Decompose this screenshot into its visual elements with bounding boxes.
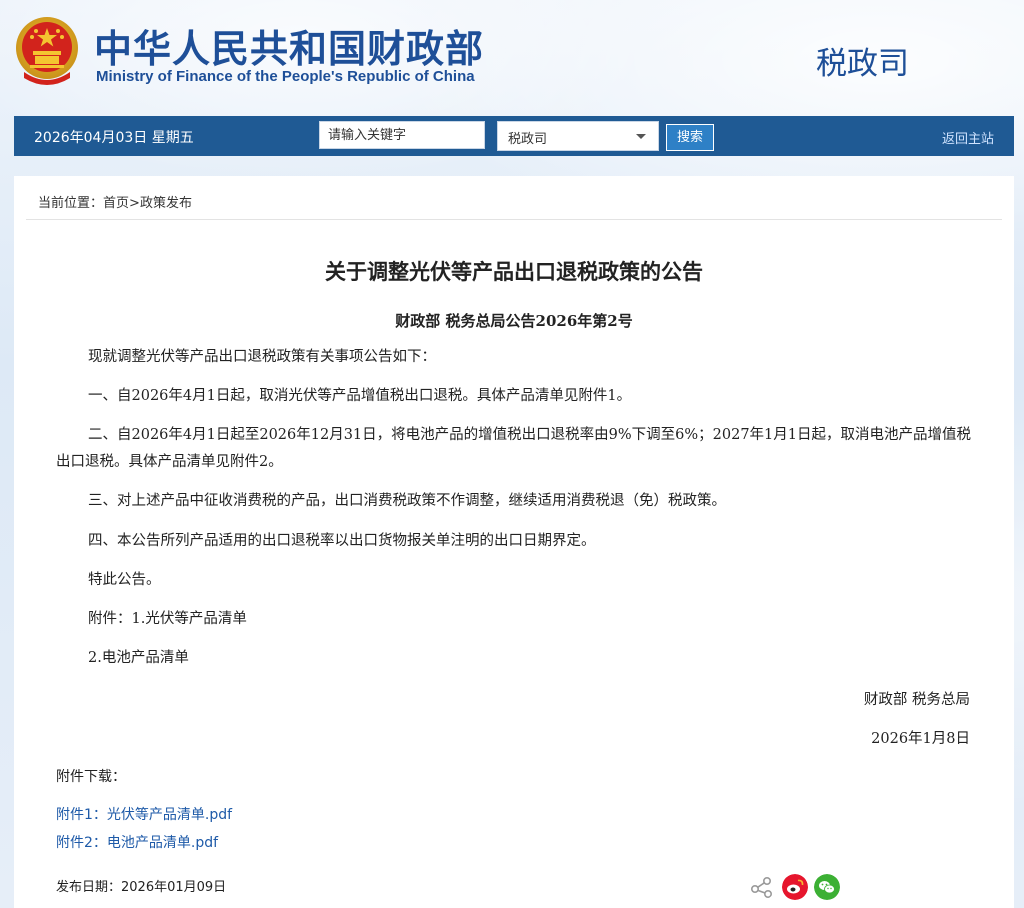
search-button[interactable]: 搜索	[666, 124, 714, 151]
paragraph-item-2: 二、自2026年4月1日起至2026年12月31日，将电池产品的增值税出口退税率…	[56, 427, 972, 470]
paragraph-attachment-2: 2.电池产品清单	[88, 650, 189, 666]
site-title-cn[interactable]: 中华人民共和国财政部	[94, 18, 484, 73]
national-emblem-icon[interactable]	[14, 14, 80, 86]
attachment-link-1[interactable]: 附件1：光伏等产品清单.pdf	[56, 804, 232, 824]
breadcrumb-separator: >	[129, 196, 140, 211]
paragraph-attachments: 附件：1.光伏等产品清单	[88, 611, 247, 627]
paragraph-item-3: 三、对上述产品中征收消费税的产品，出口消费税政策不作调整，继续适用消费税退（免）…	[88, 493, 726, 509]
wechat-icon[interactable]	[814, 874, 840, 900]
site-header: 中华人民共和国财政部 Ministry of Finance of the Pe…	[0, 0, 1024, 110]
document-number: 财政部 税务总局公告2026年第2号	[395, 312, 633, 330]
article-card: 当前位置：首页>政策发布 关于调整光伏等产品出口退税政策的公告 财政部 税务总局…	[14, 176, 1014, 908]
breadcrumb-current-link[interactable]: 政策发布	[140, 196, 192, 211]
publish-date: 发布日期：2026年01月09日	[56, 880, 227, 895]
signature: 财政部 税务总局	[863, 692, 970, 708]
weibo-icon[interactable]	[782, 874, 808, 900]
paragraph-item-1: 一、自2026年4月1日起，取消光伏等产品增值税出口退税。具体产品清单见附件1。	[88, 388, 632, 404]
breadcrumb-prefix: 当前位置：	[38, 196, 104, 211]
department-select-value: 税政司	[508, 132, 548, 147]
attachment-download-title: 附件下载：	[56, 769, 126, 785]
paragraph-closing: 特此公告。	[88, 572, 161, 588]
back-home-link[interactable]: 返回主站	[942, 128, 994, 147]
paragraph-intro: 现就调整光伏等产品出口退税政策有关事项公告如下：	[88, 349, 436, 365]
paragraph-item-4: 四、本公告所列产品适用的出口退税率以出口货物报关单注明的出口日期界定。	[88, 533, 596, 549]
top-navbar: 2026年04月03日 星期五 税政司 搜索 返回主站	[14, 116, 1014, 156]
attachment-link-2[interactable]: 附件2：电池产品清单.pdf	[56, 832, 218, 852]
sign-date: 2026年1月8日	[871, 731, 970, 747]
department-select[interactable]: 税政司	[497, 121, 659, 151]
breadcrumb: 当前位置：首页>政策发布	[38, 192, 192, 211]
site-title-en[interactable]: Ministry of Finance of the People's Repu…	[96, 68, 475, 85]
department-title: 税政司	[816, 46, 909, 82]
breadcrumb-home-link[interactable]: 首页	[103, 196, 129, 211]
current-date: 2026年04月03日 星期五	[34, 130, 194, 146]
share-icon[interactable]	[749, 874, 775, 900]
breadcrumb-divider	[26, 219, 1002, 220]
chevron-down-icon	[636, 134, 646, 139]
search-input[interactable]	[319, 121, 485, 149]
article-title: 关于调整光伏等产品出口退税政策的公告	[325, 260, 703, 284]
